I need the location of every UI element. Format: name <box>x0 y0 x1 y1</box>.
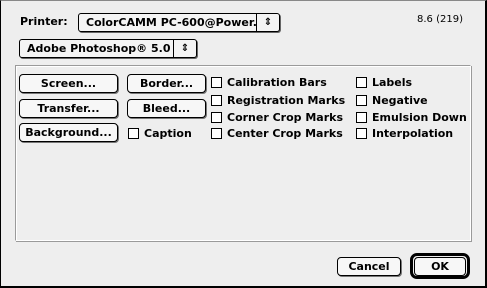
corner-crop-marks-checkbox[interactable]: Corner Crop Marks <box>211 111 343 124</box>
screen-button[interactable]: Screen... <box>19 74 118 93</box>
checkbox-box[interactable] <box>356 128 367 139</box>
printer-label: Printer: <box>20 15 68 28</box>
checkbox-box[interactable] <box>211 95 222 106</box>
caption-checkbox[interactable]: Caption <box>128 127 192 140</box>
app-popup[interactable]: Adobe Photoshop® 5.0 ⇕ <box>19 39 197 58</box>
background-button[interactable]: Background... <box>19 123 118 142</box>
cancel-button[interactable]: Cancel <box>337 257 401 276</box>
interpolation-label: Interpolation <box>372 127 454 140</box>
labels-label: Labels <box>372 76 413 89</box>
up-down-arrow-icon: ⇕ <box>263 17 273 28</box>
registration-marks-checkbox[interactable]: Registration Marks <box>211 94 345 107</box>
center-crop-marks-checkbox[interactable]: Center Crop Marks <box>211 127 343 140</box>
transfer-button[interactable]: Transfer... <box>19 99 118 118</box>
calibration-bars-checkbox[interactable]: Calibration Bars <box>211 76 327 89</box>
version-label: 8.6 (219) <box>417 14 463 25</box>
checkbox-box[interactable] <box>211 128 222 139</box>
checkbox-box[interactable] <box>356 112 367 123</box>
app-popup-value: Adobe Photoshop® 5.0 <box>27 42 171 55</box>
checkbox-box[interactable] <box>128 128 139 139</box>
checkbox-box[interactable] <box>211 112 222 123</box>
emulsion-down-checkbox[interactable]: Emulsion Down <box>356 111 467 124</box>
checkbox-box[interactable] <box>211 77 222 88</box>
border-button[interactable]: Border... <box>127 74 206 93</box>
labels-checkbox[interactable]: Labels <box>356 76 412 89</box>
print-options-dialog: Printer: ColorCAMM PC-600@Power... ⇕ 8.6… <box>0 0 487 288</box>
interpolation-checkbox[interactable]: Interpolation <box>356 127 453 140</box>
center-crop-marks-label: Center Crop Marks <box>227 127 343 140</box>
printer-popup[interactable]: ColorCAMM PC-600@Power... ⇕ <box>78 13 280 32</box>
corner-crop-marks-label: Corner Crop Marks <box>227 111 344 124</box>
negative-label: Negative <box>372 94 428 107</box>
printer-popup-value: ColorCAMM PC-600@Power... <box>86 16 256 29</box>
bleed-button[interactable]: Bleed... <box>127 99 206 118</box>
calibration-bars-label: Calibration Bars <box>227 76 327 89</box>
caption-label: Caption <box>144 127 192 140</box>
emulsion-down-label: Emulsion Down <box>372 111 467 124</box>
ok-button[interactable]: OK <box>414 257 466 276</box>
up-down-arrow-icon: ⇕ <box>180 43 190 54</box>
checkbox-box[interactable] <box>356 95 367 106</box>
registration-marks-label: Registration Marks <box>227 94 346 107</box>
checkbox-box[interactable] <box>356 77 367 88</box>
negative-checkbox[interactable]: Negative <box>356 94 428 107</box>
